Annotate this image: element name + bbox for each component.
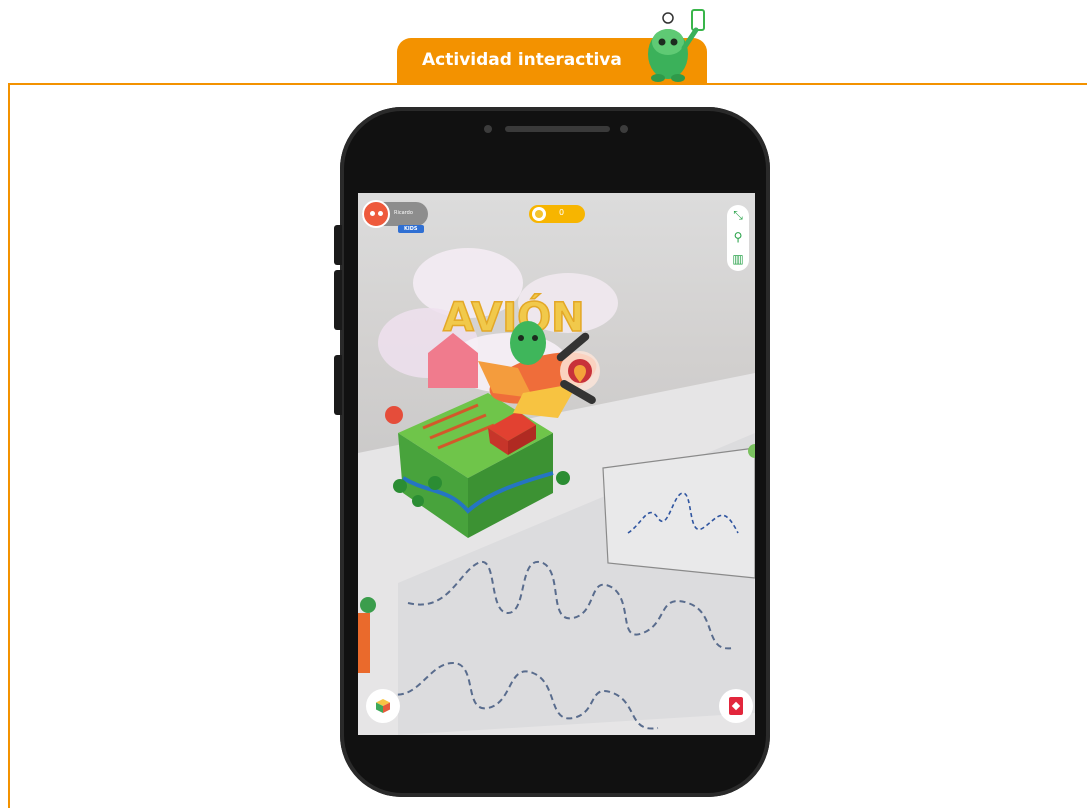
avatar[interactable] (362, 200, 390, 228)
mascot-icon (648, 9, 705, 82)
search-icon[interactable]: ⚲ (730, 229, 746, 245)
cube-icon (376, 699, 390, 713)
user-pill[interactable]: Ricardo (362, 200, 428, 228)
phone-speaker (505, 126, 610, 132)
card-button[interactable] (719, 689, 753, 723)
phone-side-button-1 (334, 225, 342, 265)
activity-title: Actividad interactiva (422, 50, 622, 70)
phone-side-button-2 (334, 270, 342, 330)
page: Actividad interactiva AVIÓN Ricardo KIDS… (0, 0, 1087, 808)
card-icon (729, 697, 743, 715)
phone-camera-right (620, 125, 628, 133)
tool-bar: ⤡ ⚲ ▥ (727, 205, 749, 271)
book-icon[interactable]: ▥ (730, 251, 746, 267)
cube-button[interactable] (366, 689, 400, 723)
user-badge: KIDS (398, 225, 424, 233)
coin-icon (532, 207, 546, 221)
phone-side-button-3 (334, 355, 342, 415)
user-name: Ricardo (394, 210, 413, 216)
coin-count: 0 (559, 208, 565, 217)
coin-counter: 0 (529, 205, 585, 223)
phone-camera-left (484, 125, 492, 133)
ar-scene[interactable]: AVIÓN (358, 193, 755, 735)
app-screen[interactable]: AVIÓN Ricardo KIDS 0 ⤡ ⚲ ▥ (358, 193, 755, 735)
expand-icon[interactable]: ⤡ (730, 207, 746, 223)
